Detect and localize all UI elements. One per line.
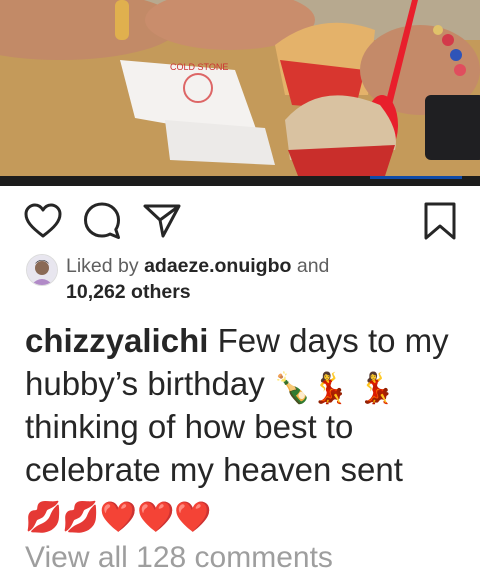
photo-illustration: COLD STONE <box>0 0 480 176</box>
avatar[interactable] <box>26 254 58 286</box>
post-caption: chizzyalichi Few days to my hubby’s birt… <box>25 319 465 534</box>
liked-by-username[interactable]: adaeze.onuigbo <box>144 255 291 277</box>
avatar-image <box>27 255 57 285</box>
bookmark-icon[interactable] <box>419 200 461 242</box>
post-actions <box>0 200 480 246</box>
liked-by-others[interactable]: 10,262 others <box>66 280 191 304</box>
liked-by-and: and <box>296 255 330 277</box>
heart-icon[interactable] <box>22 200 64 242</box>
caption-username[interactable]: chizzyalichi <box>25 322 208 359</box>
post-photo[interactable]: COLD STONE <box>0 0 480 176</box>
photo-progress-bar <box>0 176 480 186</box>
view-all-comments-link[interactable]: View all 128 comments <box>25 538 333 578</box>
caption-emoji: 🍾💃 <box>273 371 349 406</box>
comment-icon[interactable] <box>81 200 123 242</box>
send-icon[interactable] <box>141 200 183 242</box>
caption-emoji: 💃 <box>357 371 396 406</box>
liked-by-prefix: Liked by <box>66 255 139 277</box>
photo-progress-indicator <box>370 176 462 179</box>
likes-count[interactable]: 10,262 others <box>66 281 191 303</box>
caption-emoji: 💋💋❤️❤️❤️ <box>25 500 212 535</box>
liked-by-line: Liked by adaeze.onuigbo and <box>66 254 329 278</box>
likes-summary[interactable]: Liked by adaeze.onuigbo and 10,262 other… <box>26 252 466 306</box>
svg-text:COLD STONE: COLD STONE <box>170 62 228 72</box>
caption-text: thinking of how best to celebrate my hea… <box>25 408 403 488</box>
